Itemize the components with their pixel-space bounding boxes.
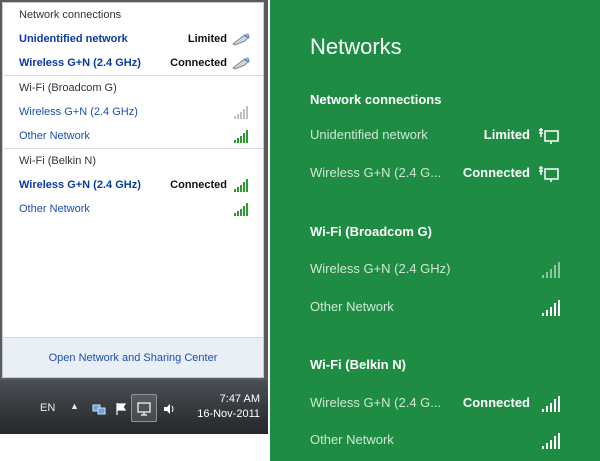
win7-network-status: Connected — [170, 179, 227, 191]
win8-network-name: Wireless G+N (2.4 G... — [310, 395, 442, 410]
win7-taskbar: EN ▲ 7:47 AM 16-Nov-2011 — [0, 380, 268, 434]
clock[interactable]: 7:47 AM 16-Nov-2011 — [197, 392, 260, 422]
clock-time: 7:47 AM — [219, 393, 260, 405]
win7-connection-unidentified[interactable]: Unidentified network Limited — [3, 27, 263, 51]
ethernet-icon — [539, 128, 559, 144]
win7-network-name: Wireless G+N (2.4 GHz) — [19, 106, 138, 118]
action-center-flag-icon[interactable] — [114, 402, 128, 416]
win8-network-item[interactable]: Wireless G+N (2.4 G... Connected — [310, 395, 560, 415]
win7-network-item[interactable]: Other Network — [3, 124, 263, 148]
win8-adapter-title: Wi-Fi (Broadcom G) — [310, 224, 432, 239]
win7-network-item[interactable]: Other Network — [3, 197, 263, 221]
win7-connection-status: Limited — [187, 33, 227, 45]
volume-icon[interactable] — [162, 402, 176, 416]
win7-adapter-title: Wi-Fi (Belkin N) — [19, 155, 96, 167]
win8-network-name: Other Network — [310, 299, 394, 314]
win7-network-name: Wireless G+N (2.4 GHz) — [19, 179, 141, 191]
win8-network-name: Wireless G+N (2.4 GHz) — [310, 261, 451, 276]
network-tray-button[interactable] — [131, 394, 157, 422]
signal-strength-icon — [542, 396, 560, 412]
win7-network-item[interactable]: Wireless G+N (2.4 GHz) Connected — [3, 173, 263, 197]
win7-flyout-panel: Network connections Unidentified network… — [2, 2, 264, 378]
win7-connection-wireless[interactable]: Wireless G+N (2.4 GHz) Connected — [3, 51, 263, 75]
win7-connection-status: Connected — [170, 57, 227, 69]
win7-network-item[interactable]: Wireless G+N (2.4 GHz) — [3, 100, 263, 124]
win8-connection-unidentified[interactable]: Unidentified network Limited — [310, 127, 560, 147]
signal-strength-icon — [234, 179, 248, 192]
network-monitor-icon — [137, 402, 151, 416]
win7-network-name: Other Network — [19, 130, 90, 142]
win7-adapter-belkin: Wi-Fi (Belkin N) Wireless G+N (2.4 GHz) … — [3, 149, 263, 221]
clock-date: 16-Nov-2011 — [197, 408, 260, 420]
win7-connections-section: Network connections Unidentified network… — [3, 3, 263, 76]
signal-strength-icon — [234, 130, 248, 143]
win7-connection-name: Wireless G+N (2.4 GHz) — [19, 57, 141, 69]
network-devices-icon[interactable] — [92, 402, 106, 416]
signal-strength-icon — [542, 433, 560, 449]
win7-adapter-title: Wi-Fi (Broadcom G) — [19, 82, 117, 94]
show-hidden-icons-icon[interactable]: ▲ — [70, 401, 79, 411]
win8-connection-status: Limited — [483, 127, 530, 142]
win8-network-status: Connected — [462, 395, 530, 410]
win8-connection-name: Wireless G+N (2.4 G... — [310, 165, 442, 180]
signal-strength-icon — [234, 106, 248, 119]
ethernet-cable-icon — [232, 33, 250, 46]
win8-network-item[interactable]: Wireless G+N (2.4 GHz) — [310, 261, 560, 281]
win7-adapter-broadcom: Wi-Fi (Broadcom G) Wireless G+N (2.4 GHz… — [3, 76, 263, 149]
open-network-sharing-center-link[interactable]: Open Network and Sharing Center — [3, 337, 263, 377]
signal-strength-icon — [234, 203, 248, 216]
win7-connection-name: Unidentified network — [19, 33, 128, 45]
win8-networks-pane: Networks Network connections Unidentifie… — [270, 0, 600, 461]
win8-adapter-title: Wi-Fi (Belkin N) — [310, 357, 406, 372]
win8-connection-name: Unidentified network — [310, 127, 428, 142]
win8-network-item[interactable]: Other Network — [310, 299, 560, 319]
win7-connections-header: Network connections — [19, 9, 122, 21]
win8-connection-wireless[interactable]: Wireless G+N (2.4 G... Connected — [310, 165, 560, 185]
signal-strength-icon — [542, 262, 560, 278]
win8-connections-header: Network connections — [310, 92, 442, 107]
language-indicator[interactable]: EN — [40, 402, 55, 414]
win8-network-item[interactable]: Other Network — [310, 432, 560, 452]
win8-network-name: Other Network — [310, 432, 394, 447]
signal-strength-icon — [542, 300, 560, 316]
pane-title: Networks — [310, 34, 402, 59]
win7-network-name: Other Network — [19, 203, 90, 215]
ethernet-icon — [539, 166, 559, 182]
ethernet-cable-icon — [232, 57, 250, 70]
win8-connection-status: Connected — [462, 165, 530, 180]
win7-network-flyout: Network connections Unidentified network… — [0, 0, 268, 380]
